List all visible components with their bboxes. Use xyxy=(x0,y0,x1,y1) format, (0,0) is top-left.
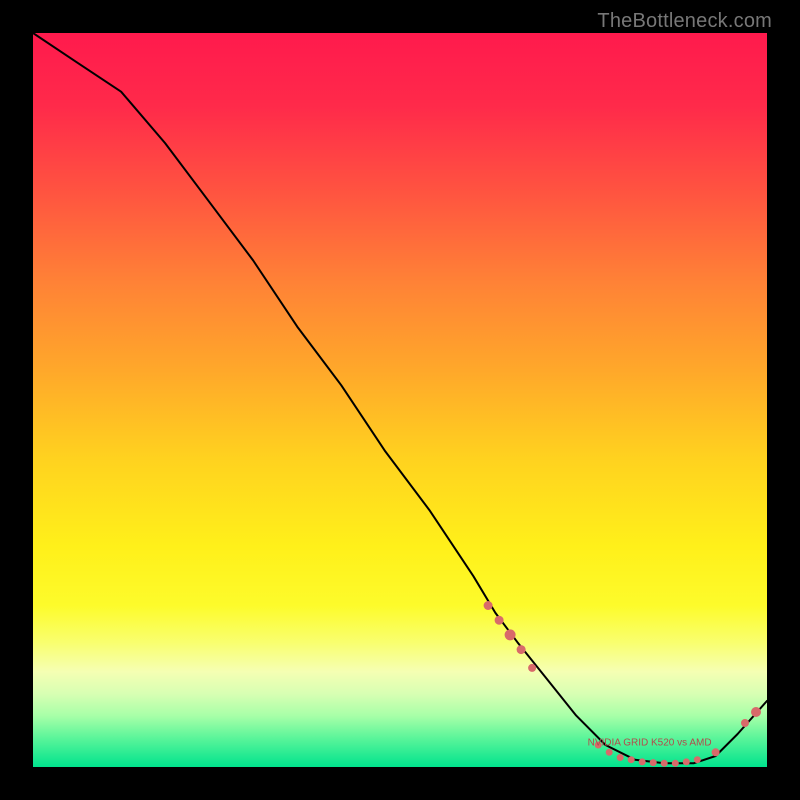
attribution-text: TheBottleneck.com xyxy=(597,10,772,33)
chart-background-gradient xyxy=(33,33,767,767)
chart-root: NVIDIA GRID K520 vs AMD TheBottleneck.co… xyxy=(0,0,800,800)
